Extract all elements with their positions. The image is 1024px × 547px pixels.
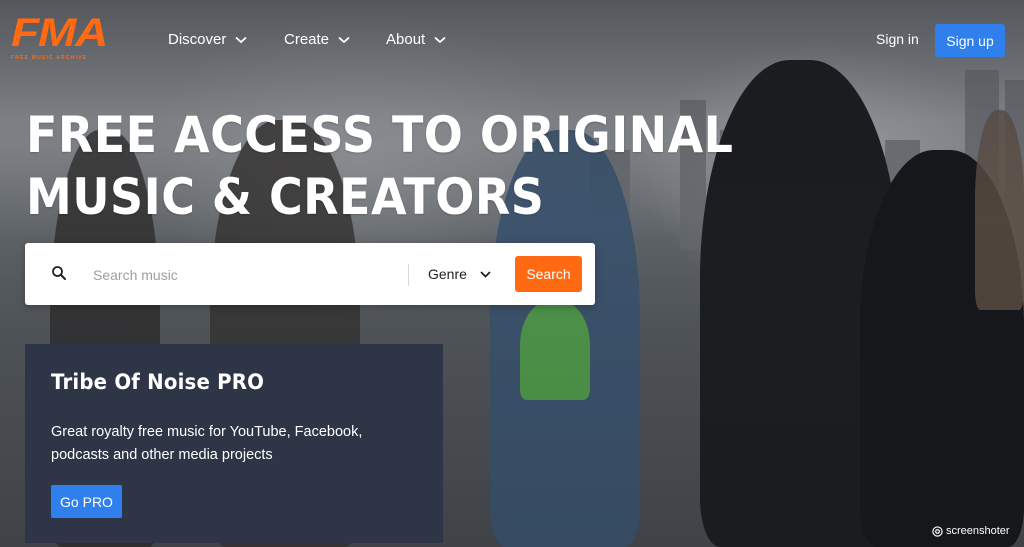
watermark-text: screenshoter: [946, 525, 1010, 537]
nav-about-label: About: [386, 31, 426, 48]
search-bar: Genre Search: [25, 243, 595, 305]
nav-create-label: Create: [284, 31, 330, 48]
chevron-down-icon: [235, 36, 247, 43]
search-icon[interactable]: [51, 265, 67, 281]
nav-discover[interactable]: Discover: [168, 31, 247, 48]
hero-headline: FREE ACCESS TO ORIGINAL MUSIC & CREATORS: [26, 104, 733, 228]
chevron-down-icon: [434, 36, 446, 43]
sign-in-link[interactable]: Sign in: [876, 31, 919, 47]
pro-card-description: Great royalty free music for YouTube, Fa…: [51, 424, 363, 463]
site-header: FMA FREE MUSIC ARCHIVE Discover Create A…: [0, 0, 1024, 80]
go-pro-button[interactable]: Go PRO: [51, 485, 122, 518]
search-input[interactable]: [91, 258, 405, 292]
nav-about[interactable]: About: [386, 31, 446, 48]
search-divider: [408, 264, 409, 286]
pro-promo-card: Tribe Of Noise PRO Great royalty free mu…: [25, 344, 443, 543]
genre-label: Genre: [428, 266, 467, 282]
chevron-down-icon: [480, 270, 491, 278]
search-button[interactable]: Search: [515, 256, 582, 292]
chevron-down-icon: [338, 36, 350, 43]
headline-line-1: FREE ACCESS TO ORIGINAL: [26, 106, 734, 164]
fma-logo[interactable]: FMA FREE MUSIC ARCHIVE: [11, 13, 119, 64]
at-sign-icon: [932, 525, 943, 537]
genre-dropdown[interactable]: Genre: [428, 266, 491, 282]
nav-create[interactable]: Create: [284, 31, 350, 48]
logo-tagline: FREE MUSIC ARCHIVE: [11, 55, 88, 61]
watermark: screenshoter: [932, 525, 1010, 537]
headline-line-2: MUSIC & CREATORS: [26, 168, 545, 226]
logo-text: FMA: [11, 11, 108, 55]
pro-card-title: Tribe Of Noise PRO: [51, 370, 265, 394]
nav-discover-label: Discover: [168, 31, 227, 48]
sign-up-button[interactable]: Sign up: [935, 24, 1005, 57]
